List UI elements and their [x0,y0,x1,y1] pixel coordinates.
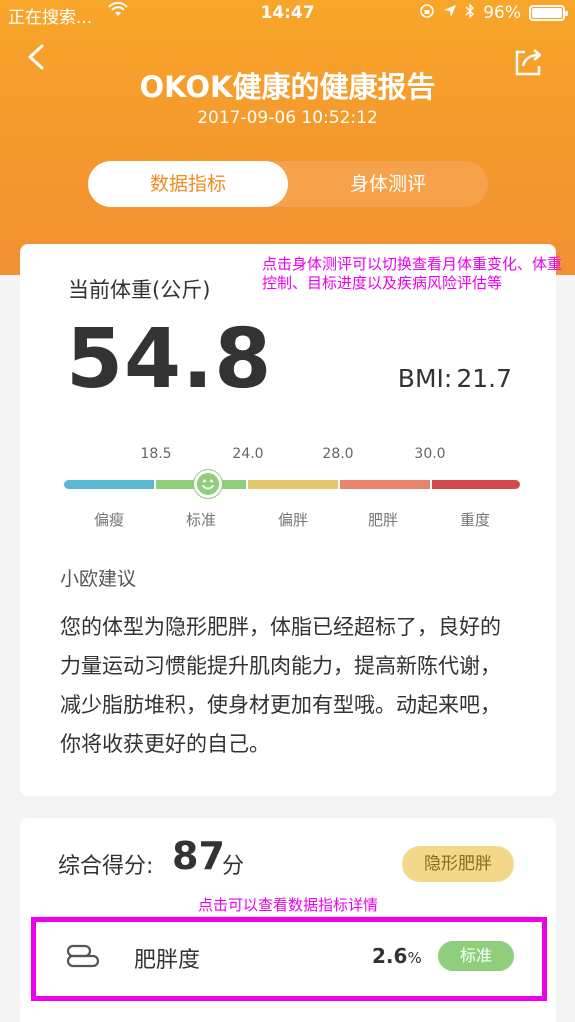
weight-card: 当前体重(公斤) 54.8 BMI: 21.7 18.5 24.0 28.0 30… [20,244,556,796]
scale-tick: 18.5 [140,446,172,462]
scale-label: 偏胖 [277,511,309,529]
current-weight-label: 当前体重(公斤) [68,278,211,302]
tab-data-indicators[interactable]: 数据指标 [88,161,288,207]
scale-tick: 24.0 [232,446,264,462]
scale-segment-obese [340,480,430,489]
bluetooth-icon [465,3,475,23]
page-title: OKOK健康的健康报告 [139,70,436,104]
status-bar: 正在搜索... 14:47 96% [0,0,575,28]
smiley-face-icon [194,470,222,498]
scale-segment-underweight [64,480,154,489]
bmi-scale-bar [64,480,520,489]
advice-title: 小欧建议 [60,568,137,590]
score-label: 综合得分: [58,854,154,879]
current-weight-value: 54.8 [66,312,273,407]
scale-segment-overweight [248,480,338,489]
battery-percent: 96% [483,3,521,23]
bmi-label: BMI: [397,364,453,393]
body-type-badge[interactable]: 隐形肥胖 [402,846,514,882]
scale-tick: 30.0 [414,446,446,462]
detail-hint-annotation: 点击可以查看数据指标详情 [197,896,378,914]
advice-text: 您的体型为隐形肥胖，体脂已经超标了，良好的力量运动习惯能提升肌肉能力，提高新陈代… [60,615,501,756]
bmi-value: 21.7 [456,364,512,393]
tab-hint-annotation: 点击身体测评可以切换查看月体重变化、体重控制、目标进度以及疾病风险评估等 [262,255,563,292]
rotation-lock-icon [419,3,435,23]
bmi-scale-ticks: 18.5 24.0 28.0 30.0 [20,446,556,466]
scale-label: 重度 [459,511,491,529]
header-background: 正在搜索... 14:47 96% OKOK健康的健康报告 2017-09-06… [0,0,575,275]
score-value: 87 [172,834,225,878]
tab-bar: 数据指标 身体测评 [88,161,488,207]
bmi-readout: BMI: 21.7 [394,364,512,393]
scale-segment-severe [432,480,520,489]
scale-label: 肥胖 [367,511,399,529]
battery-icon [529,5,568,21]
score-unit: 分 [222,854,245,879]
location-icon [443,4,457,22]
scale-tick: 28.0 [322,446,354,462]
report-datetime: 2017-09-06 10:52:12 [197,108,378,128]
tab-body-assessment[interactable]: 身体测评 [288,161,488,207]
scale-label: 偏瘦 [93,511,125,529]
highlight-box [31,917,547,1001]
scale-label: 标准 [185,511,217,529]
